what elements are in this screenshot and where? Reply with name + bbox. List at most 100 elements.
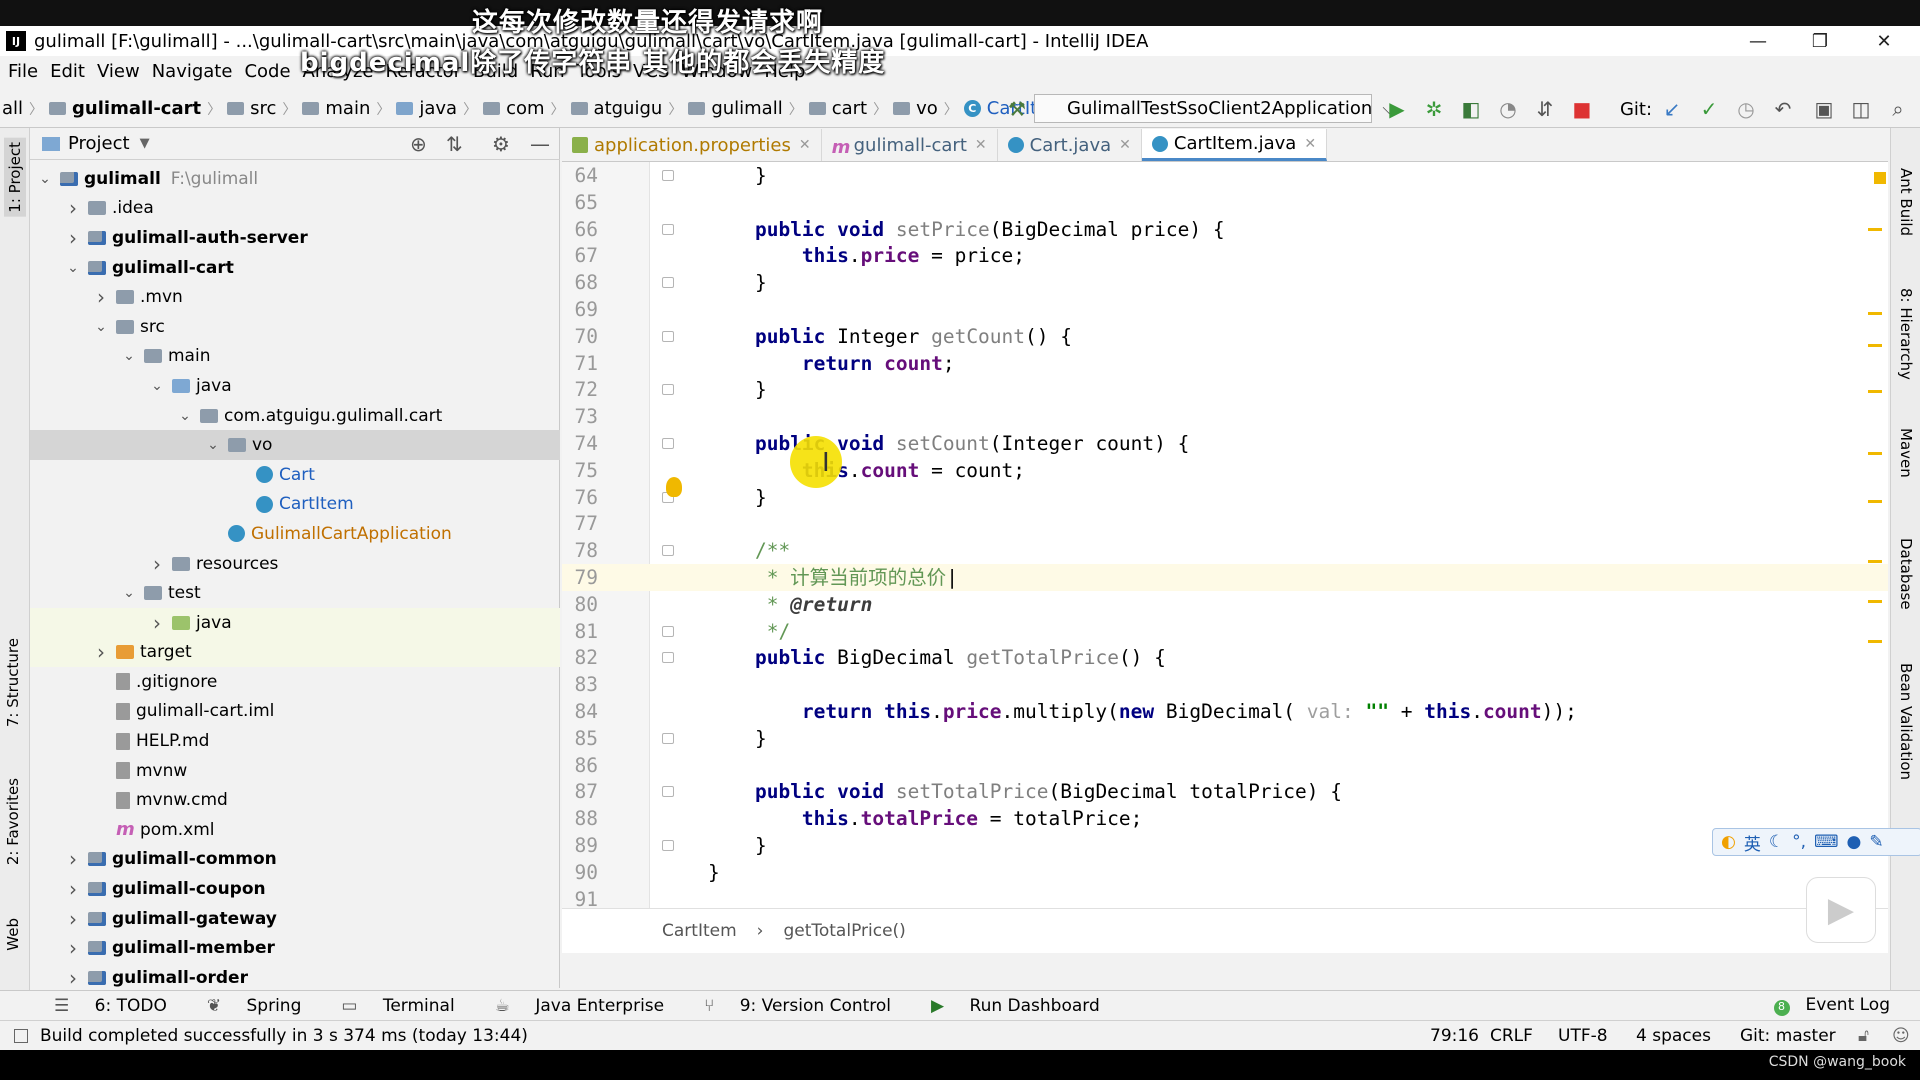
expand-arrow-icon[interactable]: › <box>64 226 82 250</box>
breadcrumb-item[interactable]: main 〉 <box>302 98 390 119</box>
tree-item[interactable]: mvnw.cmd <box>30 785 560 815</box>
code-line[interactable]: 77 <box>562 510 1888 537</box>
wrench-icon[interactable]: ✎ <box>1869 832 1883 852</box>
git-rollback-icon[interactable]: ↶ <box>1771 97 1795 121</box>
tree-item[interactable]: GulimallCartApplication <box>30 519 560 549</box>
database-tab[interactable]: Database <box>1897 538 1915 610</box>
tree-item[interactable]: › target <box>30 637 560 668</box>
breadcrumb-item[interactable]: java 〉 <box>396 98 477 119</box>
caret-position[interactable]: 79:16 <box>1430 1026 1479 1046</box>
expand-arrow-icon[interactable]: ⌄ <box>148 378 166 394</box>
lightbulb-icon[interactable] <box>666 477 682 497</box>
maven-tab[interactable]: Maven <box>1897 428 1915 478</box>
fold-marker-icon[interactable] <box>662 652 674 664</box>
bottom-tool-button[interactable]: ❦ Spring <box>197 996 302 1016</box>
event-log-button[interactable]: 8 Event Log <box>1764 995 1910 1016</box>
code-line[interactable]: 81 */ <box>562 618 1888 645</box>
run-icon[interactable]: ▶ <box>1385 97 1409 121</box>
bottom-tool-button[interactable]: ⑂ 9: Version Control <box>694 996 891 1016</box>
minimize-button[interactable]: — <box>1728 26 1788 56</box>
moon-icon[interactable]: ☾ <box>1769 832 1784 852</box>
git-branch[interactable]: Git: master <box>1740 1026 1836 1046</box>
git-history-icon[interactable]: ◷ <box>1734 97 1758 121</box>
tree-item[interactable]: ⌄ vo <box>30 430 560 460</box>
code-line[interactable]: 69 <box>562 296 1888 323</box>
code-area[interactable]: 64 } 65 66 public void setPrice(BigDecimal… <box>562 162 1888 908</box>
expand-arrow-icon[interactable]: ⌄ <box>204 437 222 453</box>
editor-tab[interactable]: application.properties ✕ <box>562 129 822 161</box>
fold-marker-icon[interactable] <box>662 732 674 744</box>
editor-tab[interactable]: m gulimall-cart ✕ <box>822 129 998 161</box>
layout-icon[interactable]: ◫ <box>1849 97 1873 121</box>
tree-item[interactable]: Cart <box>30 460 560 490</box>
editor-tab[interactable]: Cart.java ✕ <box>998 129 1142 161</box>
hide-panel-icon[interactable]: — <box>530 132 550 156</box>
web-tool-tab[interactable]: Web <box>4 918 22 951</box>
tree-item[interactable]: HELP.md <box>30 726 560 756</box>
code-line[interactable]: 71 return count; <box>562 350 1888 377</box>
close-button[interactable]: ✕ <box>1854 26 1914 56</box>
fold-marker-icon[interactable] <box>662 170 674 181</box>
tree-item[interactable]: › gulimall-member <box>30 933 560 963</box>
breadcrumb-item[interactable]: src 〉 <box>227 98 296 119</box>
tree-item[interactable]: ⌄ gulimall-cart <box>30 253 560 283</box>
ime-language[interactable]: 英 <box>1744 830 1761 855</box>
profile-icon[interactable]: ◔ <box>1496 97 1520 121</box>
code-line[interactable]: 75 this.count = count; <box>562 457 1888 484</box>
expand-arrow-icon[interactable]: › <box>64 966 82 990</box>
git-commit-icon[interactable]: ✓ <box>1697 97 1721 121</box>
settings-gear-icon[interactable]: ⚙ <box>492 132 510 156</box>
bottom-tool-button[interactable]: ▶ Run Dashboard <box>921 996 1100 1016</box>
breadcrumb-item[interactable]: com 〉 <box>483 98 565 119</box>
favorites-tool-tab[interactable]: 2: Favorites <box>4 778 22 865</box>
structure-tool-tab[interactable]: 7: Structure <box>4 638 22 727</box>
expand-arrow-icon[interactable]: ⌄ <box>92 319 110 335</box>
close-tab-icon[interactable]: ✕ <box>1304 136 1316 152</box>
code-line[interactable]: 78 /** <box>562 537 1888 564</box>
code-line[interactable]: 76 } <box>562 484 1888 511</box>
breadcrumb-item[interactable]: gulimall-cart 〉 <box>49 98 221 119</box>
code-line[interactable]: 91 <box>562 886 1888 908</box>
tree-item[interactable]: › gulimall-auth-server <box>30 223 560 253</box>
indent-setting[interactable]: 4 spaces <box>1636 1026 1711 1046</box>
editor-breadcrumb-item[interactable]: getTotalPrice() <box>783 921 905 941</box>
fold-marker-icon[interactable] <box>662 277 674 289</box>
code-line[interactable]: 80 * @return <box>562 591 1888 618</box>
code-line[interactable]: 84 return this.price.multiply(new BigDec… <box>562 698 1888 725</box>
expand-arrow-icon[interactable]: › <box>64 936 82 960</box>
expand-arrow-icon[interactable]: › <box>148 611 166 635</box>
debug-icon[interactable]: ✲ <box>1422 97 1446 121</box>
fold-marker-icon[interactable] <box>662 438 674 449</box>
expand-arrow-icon[interactable]: › <box>64 877 82 901</box>
file-encoding[interactable]: UTF-8 <box>1558 1026 1608 1046</box>
bottom-tool-button[interactable]: ▭ Terminal <box>331 996 454 1016</box>
fold-marker-icon[interactable] <box>662 384 674 396</box>
fold-marker-icon[interactable] <box>662 786 674 798</box>
punctuation-icon[interactable]: °, <box>1792 832 1806 852</box>
menu-item[interactable]: Code <box>244 61 290 82</box>
close-tab-icon[interactable]: ✕ <box>799 137 811 153</box>
expand-arrow-icon[interactable]: ⌄ <box>176 408 194 424</box>
code-line[interactable]: 65 <box>562 189 1888 216</box>
fold-marker-icon[interactable] <box>662 545 674 557</box>
tree-item[interactable]: › gulimall-common <box>30 845 560 875</box>
tree-item[interactable]: CartItem <box>30 490 560 520</box>
bean-validation-tab[interactable]: Bean Validation <box>1897 663 1915 780</box>
keyboard-icon[interactable]: ⌨ <box>1814 832 1839 852</box>
code-line[interactable]: 82 public BigDecimal getTotalPrice() { <box>562 644 1888 671</box>
tree-item[interactable]: ⌄ gulimall F:\gulimall <box>30 164 560 194</box>
tree-item[interactable]: ⌄ com.atguigu.gulimall.cart <box>30 401 560 431</box>
project-panel-title[interactable]: Project <box>68 133 130 154</box>
editor-tab[interactable]: CartItem.java ✕ <box>1141 129 1328 161</box>
tree-item[interactable]: gulimall-cart.iml <box>30 697 560 727</box>
panel-toggle-icon[interactable] <box>14 1028 28 1043</box>
expand-arrow-icon[interactable]: ⌄ <box>64 260 82 276</box>
tree-item[interactable]: › .idea <box>30 194 560 224</box>
breadcrumb-item[interactable]: vo 〉 <box>893 98 958 119</box>
code-line[interactable]: 90} <box>562 859 1888 886</box>
git-update-icon[interactable]: ↙ <box>1660 97 1684 121</box>
tree-item[interactable]: › .mvn <box>30 282 560 312</box>
tree-item[interactable]: .gitignore <box>30 667 560 697</box>
fold-marker-icon[interactable] <box>662 223 674 235</box>
code-line[interactable]: 68 } <box>562 269 1888 296</box>
